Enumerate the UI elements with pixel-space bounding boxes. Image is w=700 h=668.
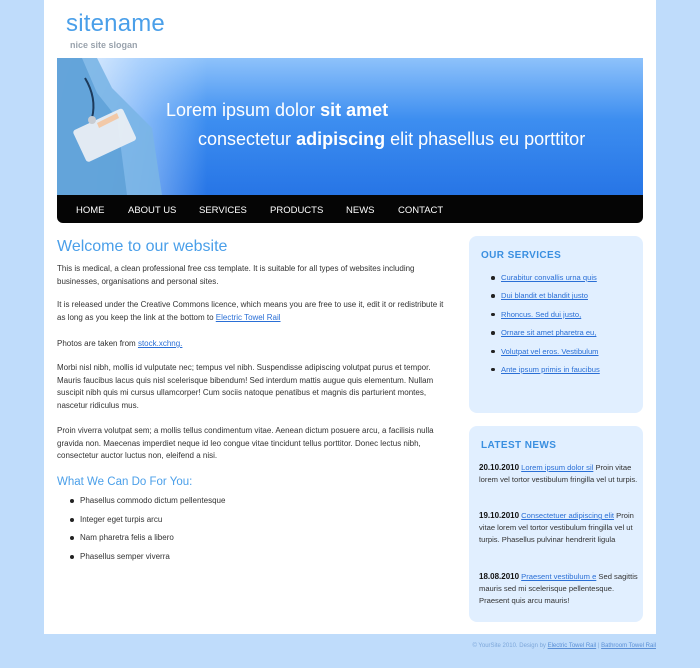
our-services-box: OUR SERVICES Curabitur convallis urna qu…: [469, 236, 643, 413]
news-item: 19.10.2010 Consectetuer adipiscing elit …: [479, 511, 634, 545]
list-item: Phasellus semper viverra: [70, 552, 225, 571]
list-item: Volutpat vel eros. Vestibulum: [491, 347, 600, 365]
list-item: Curabitur convallis urna quis: [491, 273, 600, 291]
footer: © YourSite 2010. Design by Electric Towe…: [472, 643, 656, 649]
list-item: Ante ipsum primis in faucibus: [491, 365, 600, 383]
service-link[interactable]: Ante ipsum primis in faucibus: [501, 365, 600, 374]
news-link[interactable]: Lorem ipsum dolor sil: [521, 463, 593, 472]
footer-link-bathroom-towel-rail[interactable]: Bathroom Towel Rail: [601, 643, 656, 649]
service-link[interactable]: Rhoncus. Sed dui justo,: [501, 310, 581, 319]
stock-xchng-link[interactable]: stock.xchng.: [138, 339, 182, 348]
latest-news-heading: LATEST NEWS: [481, 440, 557, 451]
services-bullet-list: Phasellus commodo dictum pellentesque In…: [70, 496, 225, 570]
page-container: sitename nice site slogan Lorem ipsum do…: [44, 0, 656, 634]
news-date: 19.10.2010: [479, 511, 520, 520]
news-link[interactable]: Praesent vestibulum e: [521, 572, 596, 581]
service-link[interactable]: Ornare sit amet pharetra eu,: [501, 328, 596, 337]
banner-headline-1: Lorem ipsum dolor sit amet: [166, 100, 389, 120]
list-item: Ornare sit amet pharetra eu,: [491, 328, 600, 346]
service-link[interactable]: Curabitur convallis urna quis: [501, 273, 597, 282]
nav-item-services[interactable]: SERVICES: [199, 205, 247, 216]
news-date: 20.10.2010: [479, 463, 520, 472]
site-slogan: nice site slogan: [70, 40, 138, 50]
main-navigation: HOME ABOUT US SERVICES PRODUCTS NEWS CON…: [57, 195, 643, 223]
intro-paragraph: This is medical, a clean professional fr…: [57, 264, 415, 286]
doctor-illustration: [57, 58, 162, 195]
photos-paragraph: Photos are taken from stock.xchng.: [57, 339, 183, 348]
list-item: Integer eget turpis arcu: [70, 515, 225, 534]
news-item: 18.08.2010 Praesent vestibulum e Sed sag…: [479, 572, 638, 606]
list-item: Dui blandit et blandit justo: [491, 291, 600, 309]
list-item: Nam pharetra felis a libero: [70, 533, 225, 552]
service-link[interactable]: Dui blandit et blandit justo: [501, 291, 588, 300]
list-item: Phasellus commodo dictum pellentesque: [70, 496, 225, 515]
licence-paragraph: It is released under the Creative Common…: [57, 300, 444, 322]
nav-item-products[interactable]: PRODUCTS: [270, 205, 323, 216]
site-name[interactable]: sitename: [66, 10, 165, 38]
news-item: 20.10.2010 Lorem ipsum dolor sil Proin v…: [479, 463, 638, 485]
service-link[interactable]: Volutpat vel eros. Vestibulum: [501, 347, 599, 356]
our-services-heading: OUR SERVICES: [481, 250, 562, 261]
nav-item-about-us[interactable]: ABOUT US: [128, 205, 176, 216]
banner: Lorem ipsum dolor sit amet consectetur a…: [57, 58, 643, 195]
body-paragraph-1: Morbi nisl nibh, mollis id vulputate nec…: [57, 363, 434, 410]
services-subheading: What We Can Do For You:: [57, 476, 193, 488]
banner-headline-2: consectetur adipiscing elit phasellus eu…: [198, 129, 586, 149]
news-date: 18.08.2010: [479, 572, 520, 581]
footer-link-electric-towel-rail[interactable]: Electric Towel Rail: [548, 643, 597, 649]
nav-item-news[interactable]: NEWS: [346, 205, 375, 216]
latest-news-box: LATEST NEWS 20.10.2010 Lorem ipsum dolor…: [469, 426, 643, 622]
services-link-list: Curabitur convallis urna quis Dui blandi…: [491, 273, 600, 383]
body-paragraph-2: Proin viverra volutpat sem; a mollis tel…: [57, 426, 434, 460]
news-link[interactable]: Consectetuer adipiscing elit: [521, 511, 614, 520]
electric-towel-rail-link[interactable]: Electric Towel Rail: [216, 313, 281, 322]
nav-item-contact[interactable]: CONTACT: [398, 205, 443, 216]
list-item: Rhoncus. Sed dui justo,: [491, 310, 600, 328]
page-title: Welcome to our website: [57, 238, 228, 255]
nav-item-home[interactable]: HOME: [76, 205, 105, 216]
